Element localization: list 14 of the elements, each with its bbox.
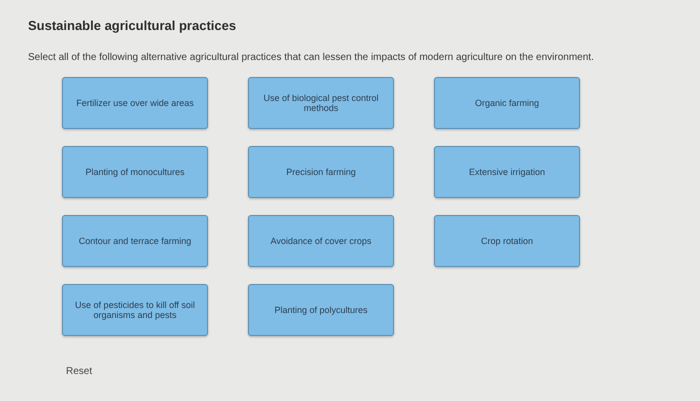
instruction-text: Select all of the following alternative agricultural practices that can lessen the impacts of modern agriculture on the environment. [28,52,595,63]
answer-option[interactable]: Planting of monocultures [62,146,208,198]
answer-option[interactable]: Organic farming [434,77,580,129]
answer-option[interactable]: Use of pesticides to kill off soil organisms and pests [62,284,208,336]
question-title: Sustainable agricultural practices [28,18,238,33]
answer-option[interactable]: Extensive irrigation [434,146,580,198]
answer-option[interactable]: Fertilizer use over wide areas [62,77,208,129]
answer-option[interactable]: Avoidance of cover crops [248,215,394,267]
answer-option[interactable]: Use of biological pest control methods [248,77,394,129]
reset-button[interactable]: Reset [66,366,92,377]
answer-option[interactable]: Planting of polycultures [248,284,394,336]
answer-option[interactable]: Contour and terrace farming [62,215,208,267]
answer-option[interactable]: Crop rotation [434,215,580,267]
answer-option[interactable]: Precision farming [248,146,394,198]
